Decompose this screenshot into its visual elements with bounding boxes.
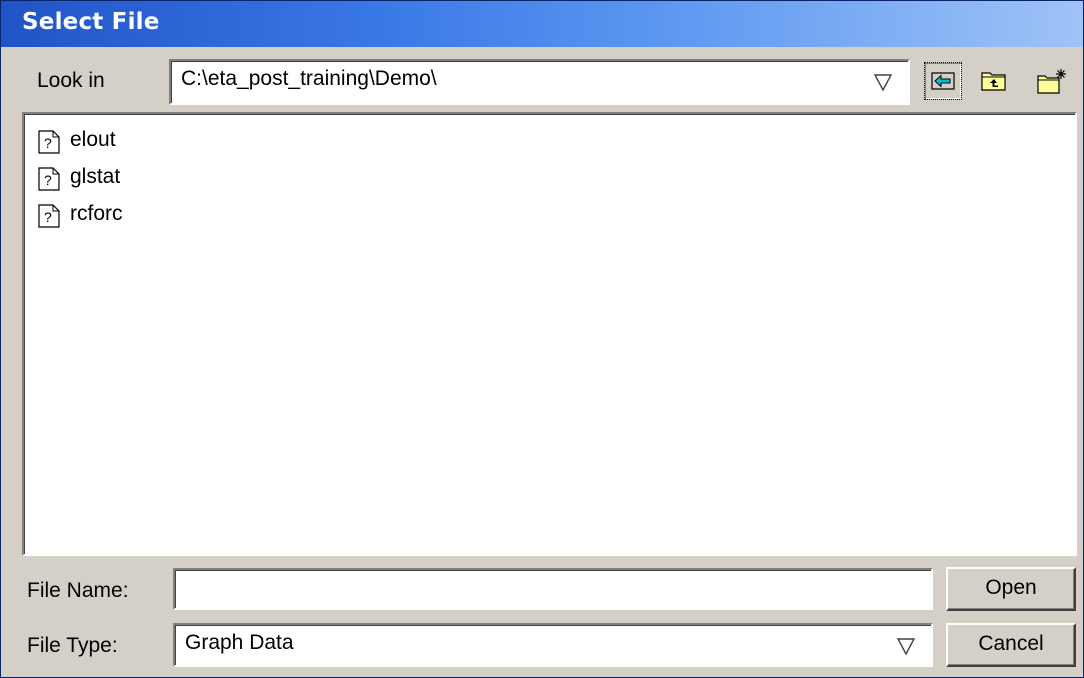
title-bar[interactable]: Select File [1,1,1083,47]
look-in-path: C:\eta_post_training\Demo\ [181,67,437,90]
file-name: rcforc [70,202,123,225]
look-in-combobox[interactable]: C:\eta_post_training\Demo\ [169,59,910,105]
svg-text:?: ? [44,209,52,225]
file-name-input[interactable] [175,570,931,608]
unknown-file-icon: ? [38,167,60,191]
dialog-title: Select File [22,9,160,35]
file-name: elout [70,128,116,151]
cancel-button[interactable]: Cancel [946,623,1076,667]
unknown-file-icon: ? [38,130,60,154]
unknown-file-icon: ? [38,204,60,228]
file-name: glstat [70,165,121,188]
file-type-combobox[interactable]: Graph Data [173,623,933,667]
back-button[interactable] [924,62,962,100]
file-type-value: Graph Data [185,631,294,654]
look-in-label: Look in [37,69,105,92]
file-type-label: File Type: [27,634,118,657]
new-folder-icon [1037,69,1066,94]
up-folder-icon [981,72,1006,91]
open-button[interactable]: Open [946,567,1076,611]
file-list[interactable]: ? elout ? glstat ? rcforc [22,112,1077,556]
select-file-dialog: Select File Look in C:\eta_post_training… [0,0,1084,678]
dropdown-arrow-icon[interactable] [872,71,894,93]
dropdown-arrow-icon[interactable] [895,635,917,657]
file-name-field[interactable] [173,568,933,610]
svg-text:?: ? [44,172,52,188]
back-arrow-icon [931,72,955,90]
file-name-label: File Name: [27,579,129,602]
svg-text:?: ? [44,135,52,151]
up-one-level-button[interactable] [975,62,1013,100]
new-folder-button[interactable] [1031,62,1069,100]
